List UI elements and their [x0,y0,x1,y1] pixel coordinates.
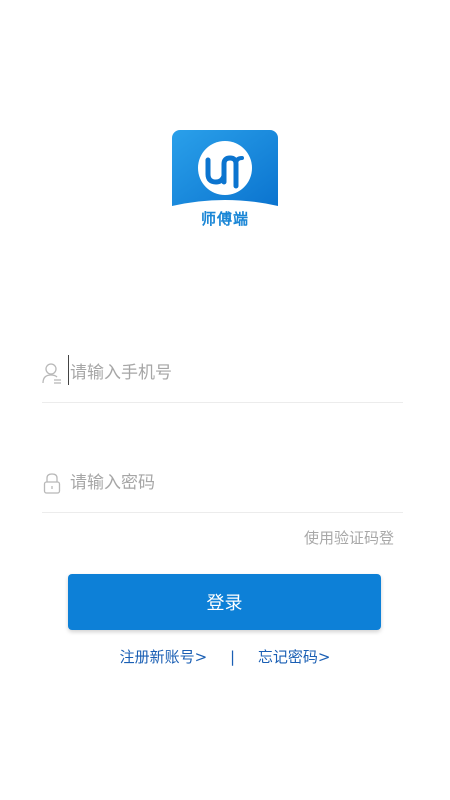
lock-icon [42,471,62,495]
password-input[interactable] [68,466,390,500]
phone-input[interactable] [68,356,390,390]
login-button[interactable]: 登录 [68,574,381,630]
password-field[interactable] [42,456,403,513]
app-logo: 师傅端 [172,130,278,230]
register-link[interactable]: 注册新账号> [120,648,208,666]
bottom-links: 注册新账号> | 忘记密码> [0,646,450,667]
phone-field[interactable] [42,346,403,403]
um-logo-icon [172,130,278,206]
forgot-password-link[interactable]: 忘记密码> [258,648,331,666]
switch-to-code-login-link[interactable]: 使用验证码登 [304,527,394,548]
links-divider: | [229,648,236,666]
user-icon [42,361,62,385]
login-screen: 师傅端 使用验证码登 登录 注册新账号> | 忘记密码> [0,0,450,800]
app-logo-caption: 师傅端 [200,210,249,228]
